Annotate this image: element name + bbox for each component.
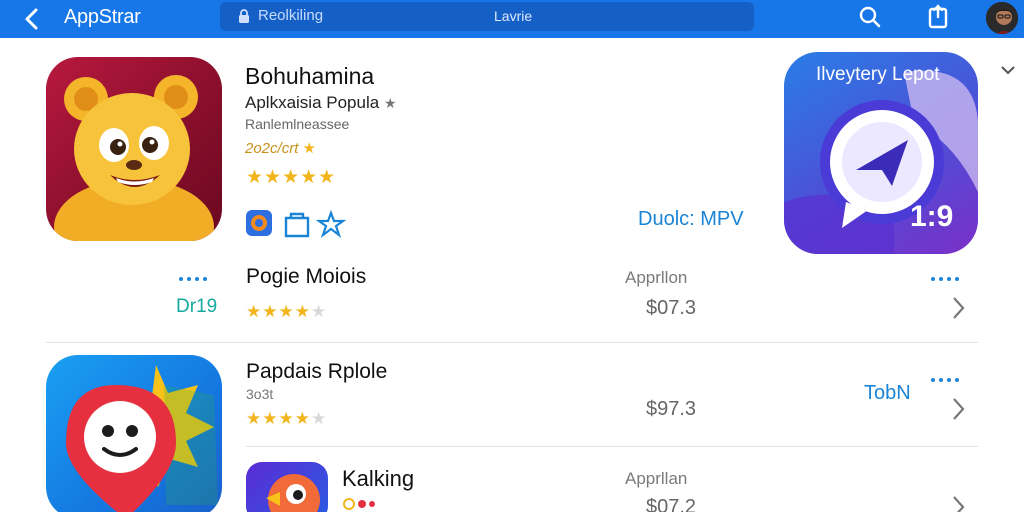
featured-app-title[interactable]: Bohuhamina [245, 63, 374, 90]
row-tag-link[interactable]: TobN [864, 382, 911, 405]
row-app-icon[interactable] [46, 355, 222, 512]
app-store-brand[interactable]: AppStrar [64, 6, 141, 29]
row-app-title[interactable]: Kalking [342, 466, 414, 492]
card-title: Ilveytery Lepot [816, 64, 940, 85]
row-price[interactable]: $07.3 [646, 297, 696, 320]
featured-year-text: 2o2c/crt [245, 140, 299, 157]
more-dots-icon[interactable] [930, 276, 966, 282]
chevron-right-icon[interactable] [950, 295, 966, 321]
bird-face-icon [266, 474, 320, 512]
more-dots-icon[interactable] [178, 276, 214, 282]
row-app-icon[interactable] [246, 462, 328, 512]
row-divider [246, 446, 978, 447]
badge-icon [343, 498, 375, 510]
featured-rating-stars: ★★★★★ [246, 167, 337, 188]
featured-app-subtitle: Aplkxaisia Popula ★ [245, 93, 397, 113]
row-category: Apprllan [625, 469, 688, 488]
row-rating-stars: ★★★★★ [246, 409, 328, 428]
firefox-like-icon [246, 210, 272, 236]
star-outline-icon [315, 209, 346, 238]
row-category: Apprllon [625, 268, 688, 287]
row-price[interactable]: $97.3 [646, 398, 696, 421]
featured-app-developer: Ranlemlneassee [245, 116, 350, 132]
featured-subtitle-text: Aplkxaisia Popula [245, 93, 380, 112]
back-chevron-icon[interactable] [18, 5, 46, 33]
search-placeholder: Reolkiling [258, 7, 324, 24]
avatar[interactable] [984, 0, 1020, 36]
row-label: Dr19 [176, 296, 218, 317]
bear-mascot-icon [54, 75, 214, 241]
lock-icon [239, 9, 249, 23]
row-divider [46, 342, 978, 343]
search-icon[interactable] [856, 3, 884, 31]
chevron-right-icon[interactable] [950, 396, 966, 422]
chevron-right-icon[interactable] [950, 494, 966, 512]
search-center-label: Lavrie [494, 8, 533, 24]
more-dots-icon[interactable] [930, 377, 966, 383]
star-icon: ★ [383, 95, 397, 111]
featured-card-icon[interactable]: Ilveytery Lepot 1:9 [784, 52, 978, 254]
row-price[interactable]: $07.2 [646, 496, 696, 512]
card-number: 1:9 [910, 200, 954, 233]
share-icon[interactable] [924, 3, 952, 31]
row-app-title[interactable]: Papdais Rplole [246, 360, 387, 384]
bag-icon [284, 212, 310, 238]
map-pin-face-icon [66, 365, 218, 512]
feature-badges [246, 209, 346, 238]
row-app-title[interactable]: Pogie Moiois [246, 265, 366, 289]
featured-app-year: 2o2c/crt ★ [245, 139, 316, 157]
row-rating-stars: ★★★★★ [246, 302, 328, 321]
star-icon: ★ [302, 140, 316, 157]
featured-app-icon[interactable] [46, 57, 222, 241]
expand-chevron-icon[interactable] [1000, 64, 1016, 76]
promo-link[interactable]: Duolc: MPV [638, 208, 744, 231]
row-subtitle: 3o3t [246, 386, 274, 402]
